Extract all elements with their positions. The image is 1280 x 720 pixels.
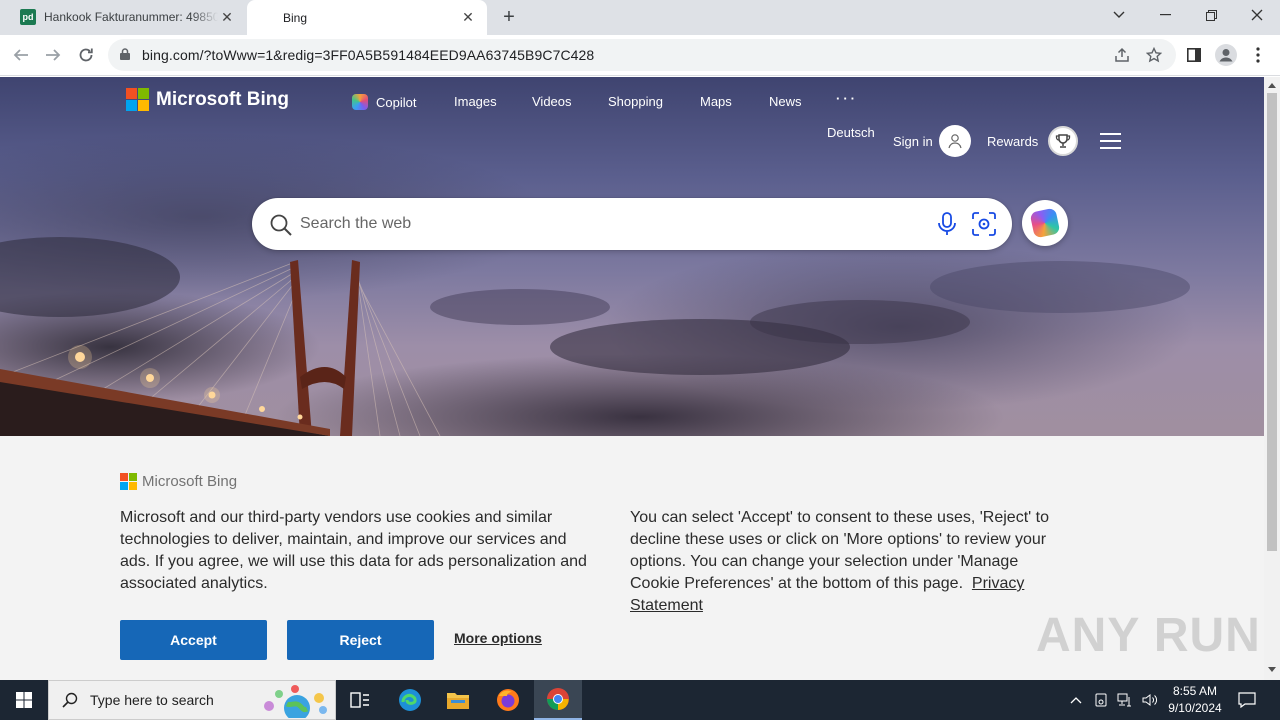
- nav-videos[interactable]: Videos: [532, 94, 572, 109]
- firefox-icon[interactable]: [484, 680, 532, 720]
- tab-title: Bing: [283, 10, 308, 25]
- consent-logo: Microsoft Bing: [120, 473, 237, 490]
- tab-search-icon[interactable]: [1096, 0, 1142, 30]
- microphone-icon[interactable]: [936, 211, 958, 240]
- share-icon[interactable]: [1110, 43, 1134, 67]
- system-tray: [1070, 680, 1158, 720]
- nav-copilot[interactable]: Copilot: [352, 94, 416, 110]
- language-link[interactable]: Deutsch: [827, 125, 875, 140]
- sign-in-button[interactable]: Sign in: [893, 125, 971, 157]
- scroll-up-icon[interactable]: [1268, 83, 1276, 88]
- windows-taskbar: Type here to search 8:55 AM 9/10/2024: [0, 680, 1280, 720]
- page-scrollbar[interactable]: [1264, 77, 1280, 680]
- close-window-button[interactable]: [1234, 0, 1280, 30]
- taskbar-search[interactable]: Type here to search: [48, 680, 336, 720]
- search-highlight-icon: [264, 685, 327, 718]
- page-viewport: Microsoft Bing Copilot Images Videos Sho…: [0, 77, 1264, 680]
- taskbar-clock[interactable]: 8:55 AM 9/10/2024: [1160, 683, 1230, 717]
- tab-close-icon[interactable]: ✕: [459, 9, 477, 27]
- search-icon: [62, 692, 78, 708]
- accept-button[interactable]: Accept: [120, 620, 267, 660]
- nav-copilot-label: Copilot: [376, 94, 417, 110]
- tab-strip: pd Hankook Fakturanummer: 4985079 ✕ Bing…: [0, 0, 1280, 35]
- volume-icon[interactable]: [1142, 693, 1158, 707]
- edge-icon[interactable]: [386, 680, 434, 720]
- clock-date: 9/10/2024: [1168, 701, 1222, 715]
- trophy-icon: [1048, 126, 1079, 156]
- reject-button[interactable]: Reject: [287, 620, 434, 660]
- show-hidden-icons-icon[interactable]: [1070, 696, 1082, 704]
- scroll-down-icon[interactable]: [1268, 667, 1276, 672]
- user-avatar-icon: [938, 125, 971, 157]
- task-view-icon[interactable]: [336, 680, 384, 720]
- bing-icon: [259, 10, 275, 26]
- nav-more[interactable]: ···: [836, 91, 858, 106]
- scrollbar-thumb[interactable]: [1267, 93, 1277, 551]
- start-button[interactable]: [0, 680, 48, 720]
- browser-toolbar: bing.com/?toWww=1&redig=3FF0A5B591484EED…: [0, 35, 1280, 76]
- search-box[interactable]: [252, 198, 1012, 250]
- file-explorer-icon[interactable]: [434, 680, 482, 720]
- nav-images[interactable]: Images: [454, 94, 497, 109]
- nav-news[interactable]: News: [769, 94, 802, 109]
- sign-in-label: Sign in: [893, 133, 933, 149]
- hero-background: Microsoft Bing Copilot Images Videos Sho…: [0, 77, 1264, 436]
- search-icon: [269, 213, 293, 240]
- windows-logo-icon: [16, 692, 32, 708]
- microsoft-logo-icon: [126, 88, 149, 111]
- tab-title: Hankook Fakturanummer: 4985079: [44, 10, 218, 24]
- tab-bing[interactable]: Bing ✕: [247, 0, 487, 35]
- clock-time: 8:55 AM: [1172, 684, 1218, 698]
- device-icon[interactable]: [1094, 693, 1108, 707]
- anyrun-watermark: ANY RUN: [1036, 609, 1261, 662]
- search-input[interactable]: [300, 211, 920, 237]
- reload-button[interactable]: [71, 40, 101, 70]
- tab-hankook[interactable]: pd Hankook Fakturanummer: 4985079 ✕: [8, 0, 246, 34]
- cookie-consent-banner: Microsoft Bing Microsoft and our third-p…: [0, 436, 1264, 680]
- url-text[interactable]: bing.com/?toWww=1&redig=3FF0A5B591484EED…: [142, 47, 594, 63]
- notifications-icon[interactable]: [1224, 680, 1270, 720]
- network-icon[interactable]: [1117, 693, 1133, 707]
- consent-text-left: Microsoft and our third-party vendors us…: [120, 509, 587, 592]
- microsoft-logo-icon: [120, 473, 137, 490]
- hamburger-menu-icon[interactable]: [1100, 133, 1121, 149]
- new-tab-button[interactable]: +: [498, 6, 520, 28]
- copilot-icon: [352, 94, 368, 110]
- consent-text-right: You can select 'Accept' to consent to th…: [630, 507, 1070, 617]
- minimize-button[interactable]: [1142, 0, 1188, 30]
- lock-icon[interactable]: [120, 47, 132, 63]
- rewards-label: Rewards: [987, 133, 1039, 149]
- side-panel-icon[interactable]: [1182, 43, 1206, 67]
- tab-close-icon[interactable]: ✕: [218, 8, 236, 26]
- copilot-button[interactable]: [1022, 200, 1068, 246]
- nav-shopping[interactable]: Shopping: [608, 94, 663, 109]
- address-bar[interactable]: bing.com/?toWww=1&redig=3FF0A5B591484EED…: [108, 39, 1176, 71]
- chrome-icon[interactable]: [534, 680, 582, 720]
- more-options-link[interactable]: More options: [454, 630, 542, 646]
- forward-button[interactable]: [38, 40, 68, 70]
- menu-kebab-icon[interactable]: [1246, 43, 1270, 67]
- profile-icon[interactable]: [1214, 43, 1238, 67]
- taskbar-search-placeholder: Type here to search: [90, 692, 214, 708]
- consent-logo-text: Microsoft Bing: [142, 473, 238, 490]
- bookmark-star-icon[interactable]: [1142, 43, 1166, 67]
- visual-search-icon[interactable]: [970, 211, 998, 240]
- bing-logo[interactable]: Microsoft Bing: [126, 88, 289, 111]
- copilot-icon: [1029, 207, 1061, 239]
- bing-logo-text: Microsoft Bing: [156, 88, 289, 110]
- rewards-button[interactable]: Rewards: [987, 126, 1079, 156]
- nav-maps[interactable]: Maps: [700, 94, 732, 109]
- back-button[interactable]: [6, 40, 36, 70]
- pd-icon: pd: [20, 9, 36, 25]
- restore-button[interactable]: [1188, 0, 1234, 30]
